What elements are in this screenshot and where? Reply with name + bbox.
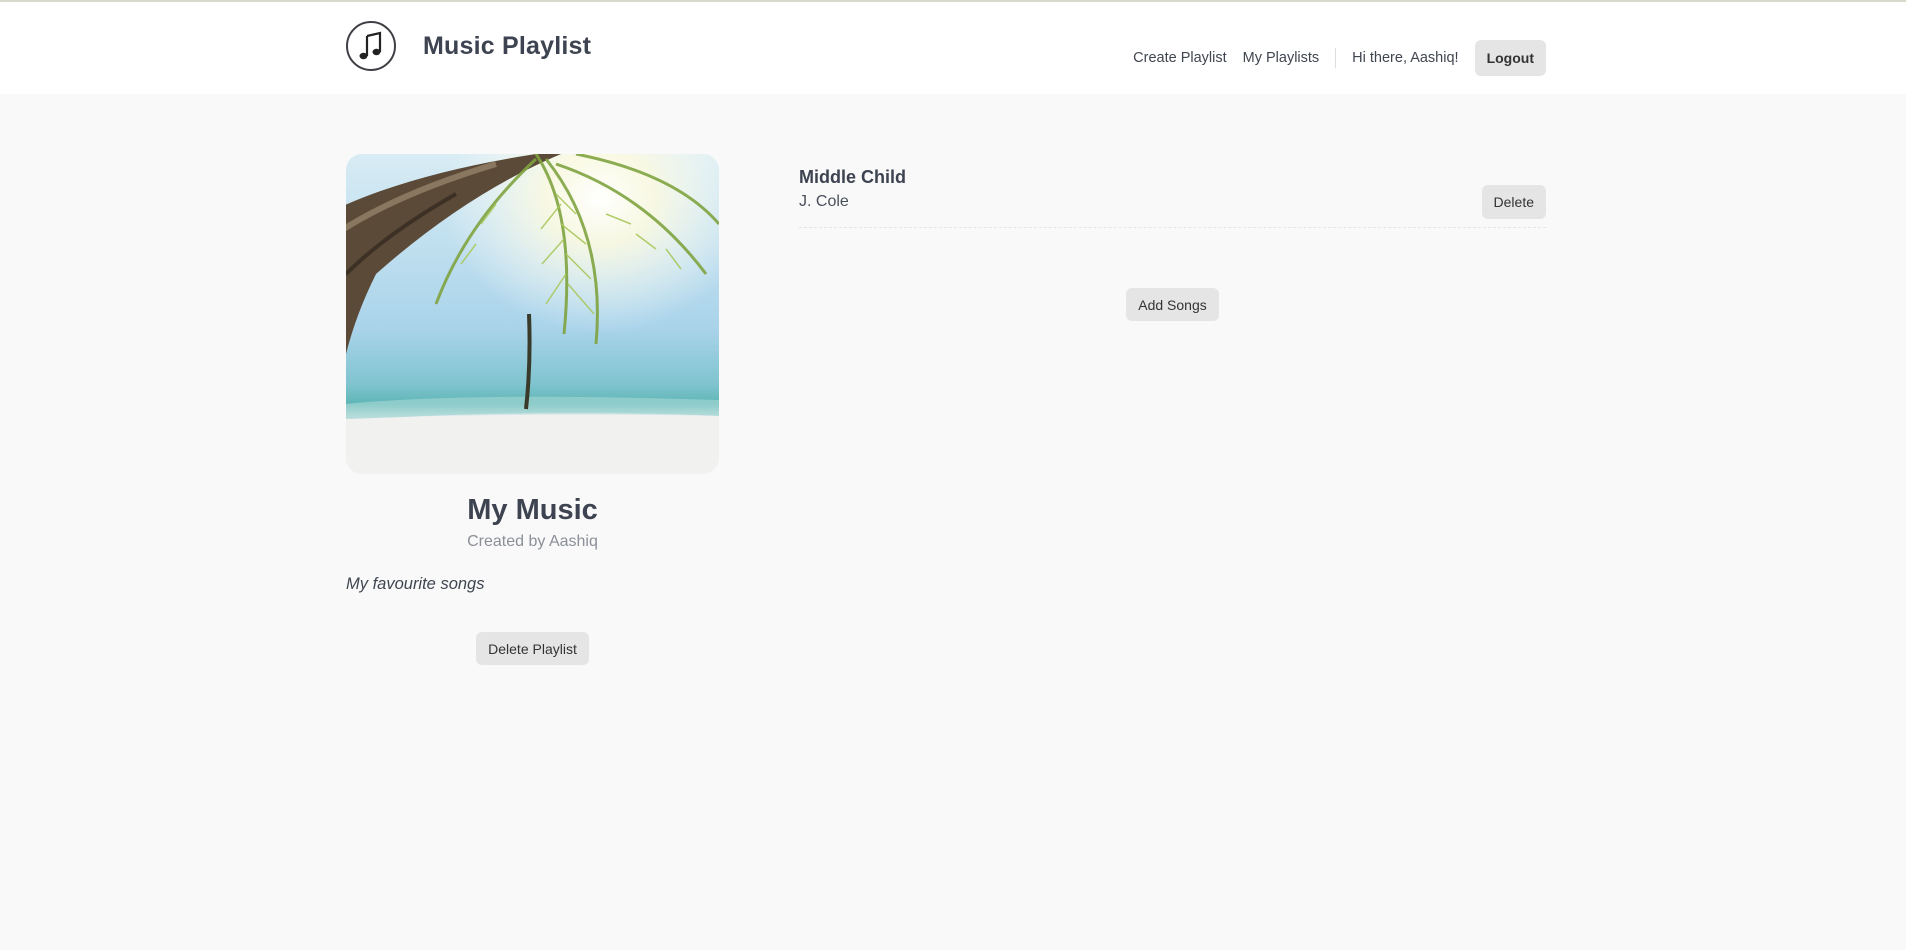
nav-divider: [1335, 48, 1337, 68]
song-item: Middle Child J. Cole Delete: [799, 167, 1546, 228]
playlist-creator: Created by Aashiq: [467, 533, 598, 550]
song-title: Middle Child: [799, 167, 906, 187]
nav-create-playlist[interactable]: Create Playlist: [1133, 50, 1226, 66]
delete-song-button[interactable]: Delete: [1481, 185, 1546, 219]
playlist-title: My Music: [467, 494, 598, 526]
app-title: Music Playlist: [423, 31, 592, 60]
logout-button[interactable]: Logout: [1474, 40, 1546, 76]
song-list: Middle Child J. Cole Delete Add Songs: [799, 167, 1546, 321]
delete-playlist-button[interactable]: Delete Playlist: [476, 632, 589, 665]
user-greeting: Hi there, Aashiq!: [1352, 50, 1459, 66]
nav-my-playlists[interactable]: My Playlists: [1243, 50, 1320, 66]
playlist-description: My favourite songs: [346, 575, 485, 593]
playlist-cover-image: [346, 154, 719, 474]
song-artist: J. Cole: [799, 193, 849, 210]
brand[interactable]: Music Playlist: [346, 21, 591, 71]
main-nav: Create Playlist My Playlists Hi there, A…: [1117, 40, 1546, 76]
playlist-details: My Music Created by Aashiq My favourite …: [346, 154, 719, 665]
add-songs-button[interactable]: Add Songs: [1126, 288, 1219, 321]
music-note-icon: [346, 21, 396, 71]
site-header: Music Playlist Create Playlist My Playli…: [0, 2, 1906, 94]
